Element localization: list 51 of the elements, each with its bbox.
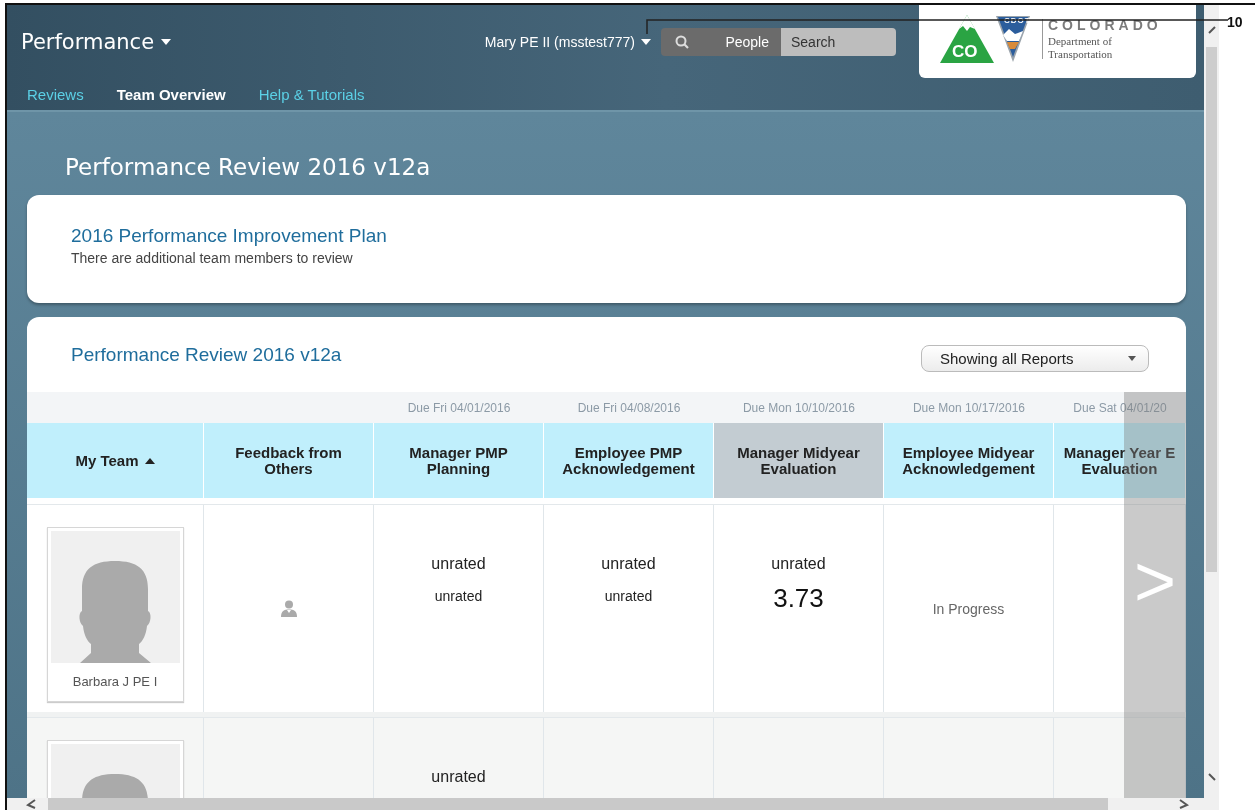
review-title-link[interactable]: Performance Review 2016 v12a xyxy=(71,343,342,366)
caret-icon xyxy=(641,39,651,45)
column-header[interactable]: Manager PMP Planning xyxy=(374,423,544,498)
column-header[interactable]: Feedback from Others xyxy=(204,423,374,498)
column-header[interactable]: Employee PMP Acknowledgement xyxy=(544,423,714,498)
user-menu-button[interactable]: Mary PE II (msstest777) xyxy=(484,34,651,50)
search-field[interactable]: Search xyxy=(781,28,896,56)
due-date: Due Mon 10/17/2016 xyxy=(912,400,1026,415)
shield-icon xyxy=(995,14,1031,63)
column-header[interactable]: Employee Midyear Acknowledgement xyxy=(884,423,1054,498)
nav-tab[interactable]: Team Overview xyxy=(116,86,226,103)
app-menu-button[interactable]: Performance xyxy=(21,30,172,54)
rating-detail: unrated xyxy=(604,588,653,604)
caret-icon xyxy=(161,39,172,45)
logo-badge-text: CO xyxy=(952,41,978,62)
score-value: 3.73 xyxy=(773,583,824,614)
plan-link[interactable]: 2016 Performance Improvement Plan xyxy=(71,225,387,247)
status-text: In Progress xyxy=(932,600,1005,617)
person-silhouette-icon xyxy=(50,531,180,663)
scroll-down-icon[interactable] xyxy=(1206,772,1217,782)
column-header[interactable]: My Team xyxy=(27,423,204,498)
caret-icon xyxy=(1128,356,1136,361)
nav-tab[interactable]: Help & Tutorials xyxy=(258,86,365,103)
plan-message: There are additional team members to review xyxy=(71,250,354,266)
logo-subtitle: Department of Transportation xyxy=(1048,34,1114,61)
rating-text: unrated xyxy=(601,555,656,573)
search-icon xyxy=(675,35,689,49)
rating-text: unrated xyxy=(431,768,486,786)
logo-wordmark: COLORADO xyxy=(1048,16,1162,33)
column-header[interactable]: Manager Midyear Evaluation xyxy=(714,423,884,498)
column-header[interactable]: Manager Year E Evaluation xyxy=(1054,423,1186,498)
scrollbar-thumb[interactable] xyxy=(48,798,1108,810)
rating-detail: unrated xyxy=(434,588,483,604)
logo-shield-text: CDOT xyxy=(1004,15,1031,25)
callout-number: 10 xyxy=(1227,14,1243,30)
due-date: Due Fri 04/08/2016 xyxy=(577,400,681,415)
rating-text: unrated xyxy=(771,555,826,573)
search-scope-button[interactable]: People xyxy=(661,28,781,56)
due-date: Due Fri 04/01/2016 xyxy=(407,400,511,415)
scroll-left-icon[interactable] xyxy=(25,799,37,809)
filter-dropdown[interactable]: Showing all Reports xyxy=(921,345,1149,372)
scrollbar-thumb[interactable] xyxy=(1206,47,1217,572)
rating-text: unrated xyxy=(431,555,486,573)
member-card[interactable]: Barbara J PE I xyxy=(46,527,184,702)
scroll-right-icon[interactable] xyxy=(1178,799,1190,809)
page-title: Performance Review 2016 v12a xyxy=(64,153,432,182)
due-date: Due Mon 10/10/2016 xyxy=(742,400,856,415)
scroll-up-icon[interactable] xyxy=(1206,25,1217,35)
mountain-triangle-icon xyxy=(939,13,995,64)
member-name: Barbara J PE I xyxy=(72,673,158,691)
nav-tab[interactable]: Reviews xyxy=(27,86,84,103)
